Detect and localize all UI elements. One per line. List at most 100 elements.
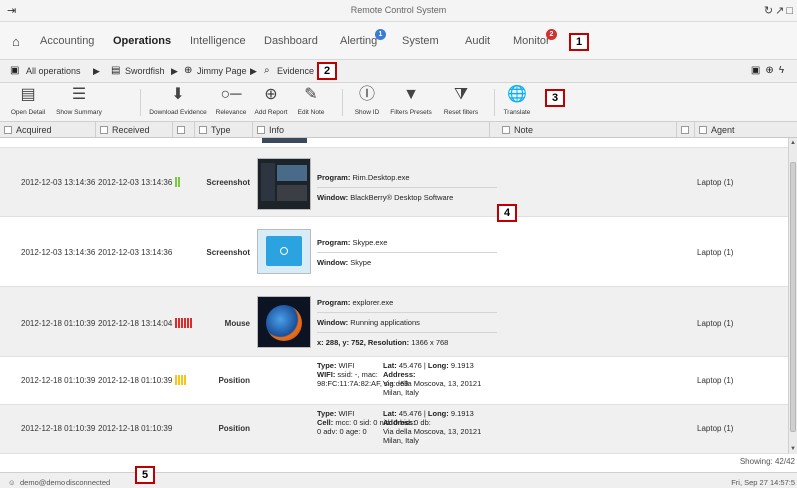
nav-item-audit[interactable]: Audit: [465, 35, 490, 47]
column-agent[interactable]: Agent: [695, 122, 797, 138]
table-row[interactable]: 2012-12-18 01:10:39 2012-12-18 13:14:04 …: [0, 287, 788, 357]
checkbox[interactable]: [199, 126, 207, 134]
target-icon: ⊕: [184, 65, 193, 76]
breadcrumb-operation[interactable]: Swordfish: [125, 66, 165, 76]
column-note[interactable]: Note: [490, 122, 677, 138]
app-title: Remote Control System: [350, 5, 447, 15]
agent-cell: Laptop (1): [697, 178, 734, 187]
filters-presets-button[interactable]: ▼ Filters Presets: [388, 83, 434, 122]
vertical-scrollbar[interactable]: ▲ ▼: [788, 138, 797, 454]
window-controls[interactable]: ↻↗□: [764, 4, 795, 17]
received-cell: 2012-12-18 01:10:39: [98, 376, 173, 385]
folder-icon: ▤: [111, 65, 121, 76]
checkbox[interactable]: [257, 126, 265, 134]
nav-item-dashboard[interactable]: Dashboard: [264, 35, 318, 47]
status-connection: disconnected: [66, 478, 111, 487]
type-cell: Screenshot: [206, 178, 250, 187]
chevron-right-icon: ▶: [250, 66, 257, 76]
table-row[interactable]: 2012-12-03 13:14:36 2012-12-03 13:14:36 …: [0, 217, 788, 287]
column-flag[interactable]: [677, 122, 695, 138]
column-acquired[interactable]: Acquired: [0, 122, 96, 138]
breadcrumb: ▣ All operations ▶ ▤ Swordfish ▶ ⊕ Jimmy…: [0, 60, 797, 83]
relevance-slider-icon: ○─: [220, 86, 242, 103]
callout-1: 1: [569, 33, 589, 51]
title-bar: ⇥ Remote Control System ↻↗□: [0, 0, 797, 22]
checkbox[interactable]: [100, 126, 108, 134]
toolbar-separator: [342, 89, 343, 116]
show-id-button[interactable]: Ⓘ Show ID: [350, 83, 384, 122]
screenshot-thumbnail[interactable]: [257, 158, 311, 210]
breadcrumb-evidence[interactable]: Evidence: [277, 66, 314, 76]
info-cell: Program: Rim.Desktop.exe Window: BlackBe…: [317, 173, 497, 202]
nav-item-operations[interactable]: Operations: [113, 35, 171, 47]
checkbox[interactable]: [699, 126, 707, 134]
location-info: Lat: 45.476 | Long: 9.1913 Address: Via …: [383, 361, 482, 397]
relevance-button[interactable]: ○─ Relevance: [211, 83, 251, 122]
table-row[interactable]: 2012-12-18 01:10:39 2012-12-18 01:10:39 …: [0, 405, 788, 454]
nav-item-intelligence[interactable]: Intelligence: [190, 35, 246, 47]
user-icon: ☺: [8, 478, 16, 487]
table-row[interactable]: [0, 138, 788, 148]
column-received[interactable]: Received: [96, 122, 173, 138]
column-relevance[interactable]: [173, 122, 195, 138]
type-cell: Position: [218, 424, 250, 433]
nav-item-accounting[interactable]: Accounting: [40, 35, 94, 47]
type-cell: Mouse: [224, 319, 250, 328]
globe-icon: 🌐: [507, 86, 527, 103]
breadcrumb-all-operations[interactable]: All operations: [26, 66, 81, 76]
checkbox[interactable]: [4, 126, 12, 134]
toolbar-separator: [494, 89, 495, 116]
download-icon: ⬇: [171, 86, 185, 103]
show-summary-button[interactable]: ☰ Show Summary: [50, 83, 108, 122]
breadcrumb-actions[interactable]: ▣⊕ϟ: [751, 65, 789, 76]
checkbox[interactable]: [502, 126, 510, 134]
filter-icon: ▼: [403, 86, 419, 103]
column-info[interactable]: Info: [253, 122, 490, 138]
edit-note-icon: ✎: [304, 86, 318, 103]
add-report-icon: ⊕: [264, 86, 278, 103]
scroll-up-icon[interactable]: ▲: [789, 140, 797, 146]
summary-icon: ☰: [71, 86, 87, 103]
nav-item-monitor[interactable]: Monitor: [513, 35, 550, 47]
table-row[interactable]: 2012-12-18 01:10:39 2012-12-18 01:10:39 …: [0, 357, 788, 405]
location-info: Lat: 45.476 | Long: 9.1913 Address: Via …: [383, 409, 482, 445]
scroll-down-icon[interactable]: ▼: [789, 446, 797, 452]
agent-cell: Laptop (1): [697, 319, 734, 328]
breadcrumb-target[interactable]: Jimmy Page: [197, 66, 247, 76]
add-report-button[interactable]: ⊕ Add Report: [251, 83, 291, 122]
table-header: Acquired Received Type Info Note Agent: [0, 122, 797, 138]
alerting-badge: 1: [375, 29, 386, 40]
translate-button[interactable]: 🌐 Translate: [500, 83, 534, 122]
open-detail-button[interactable]: ▤ Open Detail: [7, 83, 49, 122]
status-datetime: Fri, Sep 27 14:57:5: [731, 478, 795, 487]
evidence-table: 2012-12-03 13:14:36 2012-12-03 13:14:36 …: [0, 138, 788, 454]
table-row[interactable]: 2012-12-03 13:14:36 2012-12-03 13:14:36 …: [0, 148, 788, 217]
scrollbar-thumb[interactable]: [790, 162, 796, 432]
screenshot-thumbnail[interactable]: [262, 138, 307, 143]
checkbox[interactable]: [681, 126, 689, 134]
callout-4: 4: [497, 204, 517, 222]
screenshot-thumbnail[interactable]: [257, 229, 311, 274]
screenshot-thumbnail[interactable]: [257, 296, 311, 348]
acquired-cell: 2012-12-03 13:14:36: [21, 178, 96, 187]
document-icon: ▤: [20, 86, 36, 103]
info-cell: Program: Skype.exe Window: Skype: [317, 238, 497, 267]
reset-filters-button[interactable]: ⧩ Reset filters: [438, 83, 484, 122]
home-icon[interactable]: ⌂: [12, 34, 20, 49]
edit-note-button[interactable]: ✎ Edit Note: [293, 83, 329, 122]
agent-cell: Laptop (1): [697, 424, 734, 433]
acquired-cell: 2012-12-18 01:10:39: [21, 376, 96, 385]
column-type[interactable]: Type: [195, 122, 253, 138]
nav-item-alerting[interactable]: Alerting: [340, 35, 377, 47]
nav-item-system[interactable]: System: [402, 35, 439, 47]
checkbox[interactable]: [177, 126, 185, 134]
received-cell: 2012-12-03 13:14:36: [98, 178, 173, 187]
status-user: demo@demo: [20, 478, 66, 487]
received-cell: 2012-12-18 01:10:39: [98, 424, 173, 433]
download-evidence-button[interactable]: ⬇ Download Evidence: [146, 83, 210, 122]
callout-3: 3: [545, 89, 565, 107]
agent-cell: Laptop (1): [697, 376, 734, 385]
acquired-cell: 2012-12-03 13:14:36: [21, 248, 96, 257]
callout-2: 2: [317, 62, 337, 80]
chevron-right-icon: ▶: [171, 66, 178, 76]
